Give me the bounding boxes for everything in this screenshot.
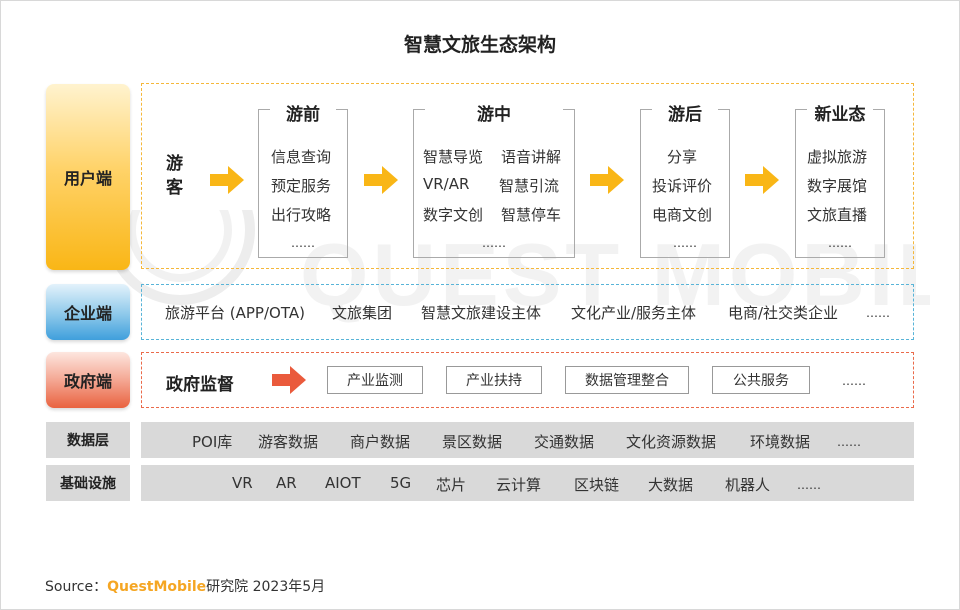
stage-more: …… — [828, 236, 852, 250]
layer-label-data: 数据层 — [46, 422, 130, 458]
data-item: 商户数据 — [350, 433, 411, 451]
stage-item: 智慧引流 — [499, 177, 560, 195]
stage-title-pre-trip: 游前 — [286, 105, 320, 125]
infra-item: AIOT — [325, 474, 361, 492]
government-item-box: 数据管理整合 — [565, 366, 689, 394]
stage-item: 投诉评价 — [652, 177, 713, 195]
source-brand: QuestMobile — [107, 579, 207, 595]
stage-item: VR/AR — [423, 175, 470, 193]
layer-label-infrastructure: 基础设施 — [46, 465, 130, 501]
arrow-right-icon — [590, 166, 624, 194]
government-item-box: 产业监测 — [327, 366, 423, 394]
data-item: POI库 — [192, 433, 233, 451]
stage-more: …… — [673, 236, 697, 250]
stage-item: 智慧停车 — [501, 206, 562, 224]
stage-item: 分享 — [667, 148, 698, 166]
data-item: 游客数据 — [258, 433, 319, 451]
infra-item: 5G — [390, 474, 412, 492]
stage-item: 数字展馆 — [807, 177, 868, 195]
stage-item: 出行攻略 — [271, 206, 332, 224]
stage-item: 智慧导览 — [423, 148, 484, 166]
stage-item: 文旅直播 — [807, 206, 868, 224]
stage-more: …… — [482, 236, 506, 250]
infra-item: AR — [276, 474, 297, 492]
infra-item: 云计算 — [496, 476, 542, 494]
stage-item: 信息查询 — [271, 148, 332, 166]
enterprise-item: 电商/社交类企业 — [728, 304, 839, 322]
source-suffix: 研究院 2023年5月 — [206, 579, 326, 595]
stage-item: 电商文创 — [652, 206, 713, 224]
government-item-box: 公共服务 — [712, 366, 810, 394]
enterprise-item: 智慧文旅建设主体 — [421, 304, 542, 322]
arrow-right-icon — [210, 166, 244, 194]
arrow-right-icon — [272, 366, 306, 394]
source-note: Source：QuestMobile研究院 2023年5月 — [45, 576, 325, 596]
stage-item: 预定服务 — [271, 177, 332, 195]
source-prefix: Source： — [45, 579, 108, 595]
arrow-right-icon — [364, 166, 398, 194]
data-item: 文化资源数据 — [626, 433, 717, 451]
enterprise-more: …… — [866, 306, 890, 320]
infra-item: 区块链 — [574, 476, 620, 494]
stage-item: 语音讲解 — [501, 148, 562, 166]
infra-item: 机器人 — [725, 476, 771, 494]
enterprise-item: 文旅集团 — [332, 304, 393, 322]
data-item: 环境数据 — [750, 433, 811, 451]
layer-label-government: 政府端 — [46, 352, 130, 408]
infra-item: VR — [232, 474, 253, 492]
government-supervision-label: 政府监督 — [166, 375, 234, 395]
enterprise-item: 文化产业/服务主体 — [571, 304, 697, 322]
data-more: …… — [837, 435, 861, 449]
traveler-label: 游客 — [166, 154, 183, 198]
data-item: 景区数据 — [442, 433, 503, 451]
arrow-right-icon — [745, 166, 779, 194]
diagram-title: 智慧文旅生态架构 — [403, 34, 556, 56]
stage-title-during-trip: 游中 — [477, 105, 511, 125]
layer-label-enterprise: 企业端 — [46, 284, 130, 340]
government-more: …… — [842, 374, 866, 388]
layer-label-user: 用户端 — [46, 84, 130, 270]
data-item: 交通数据 — [534, 433, 595, 451]
stage-title-post-trip: 游后 — [668, 105, 702, 125]
enterprise-item: 旅游平台 (APP/OTA) — [165, 304, 305, 322]
infra-item: 大数据 — [648, 476, 694, 494]
stage-more: …… — [291, 236, 315, 250]
stage-item: 虚拟旅游 — [807, 148, 868, 166]
infra-item: 芯片 — [436, 476, 467, 494]
stage-title-new-business: 新业态 — [814, 105, 866, 125]
infra-more: …… — [797, 478, 821, 492]
government-item-box: 产业扶持 — [446, 366, 542, 394]
stage-item: 数字文创 — [423, 206, 484, 224]
